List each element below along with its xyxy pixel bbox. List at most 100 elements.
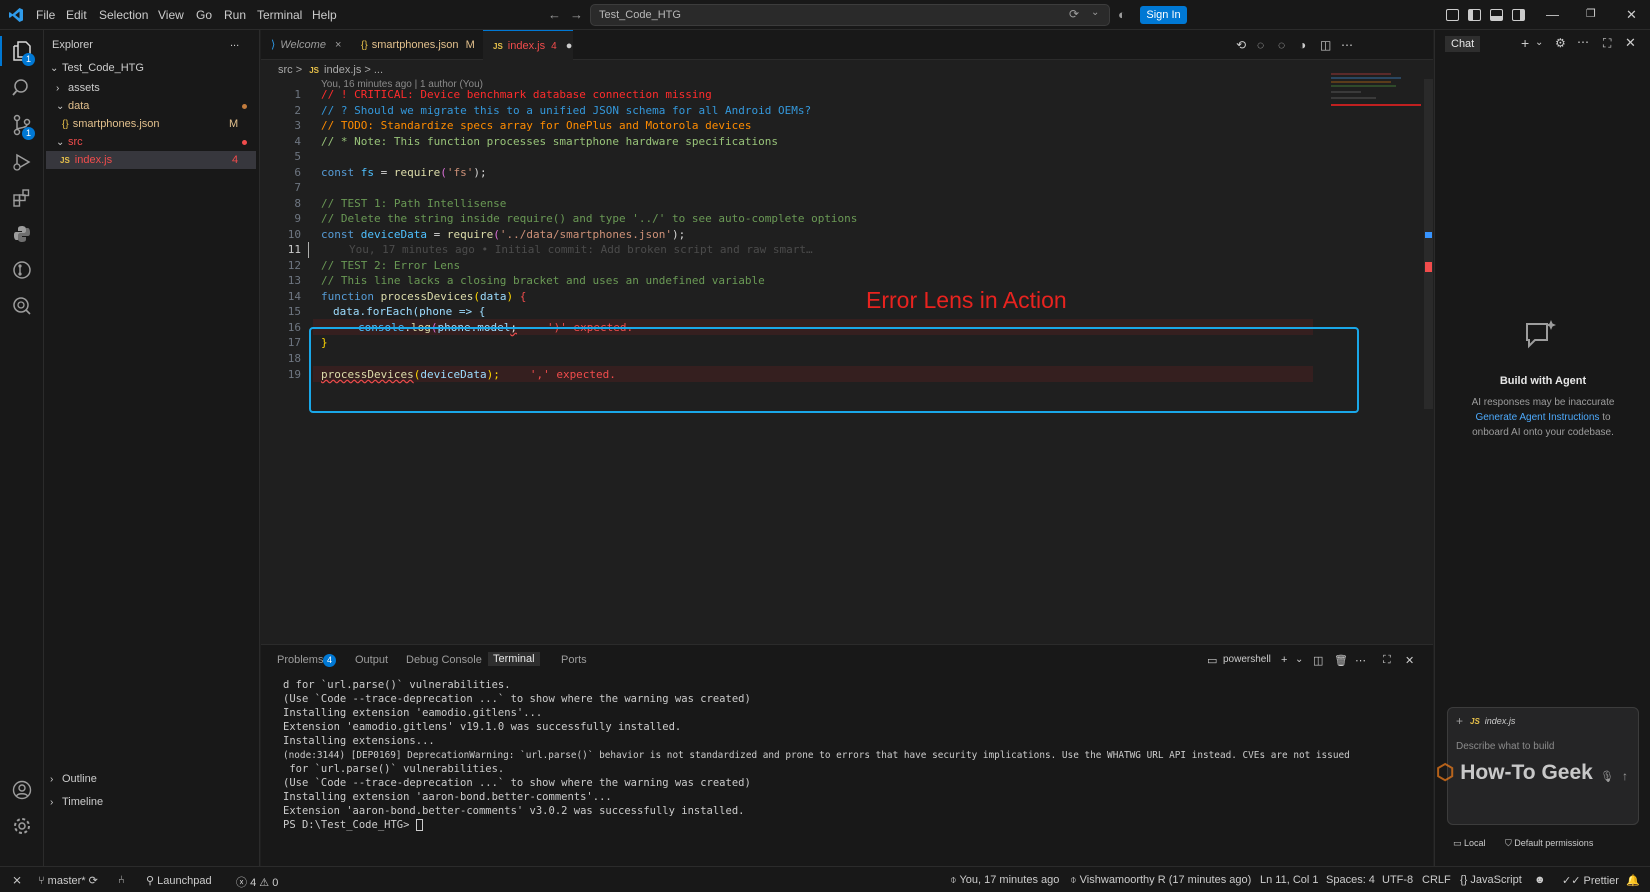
menu-go[interactable]: Go xyxy=(196,8,212,22)
close-window-icon[interactable]: ✕ xyxy=(1626,7,1637,23)
copilot-status-icon[interactable]: ☻ xyxy=(1534,874,1546,886)
minimize-icon[interactable]: — xyxy=(1546,7,1559,22)
unsaved-dot-icon[interactable]: ● xyxy=(566,40,573,52)
sign-in-button[interactable]: Sign In xyxy=(1140,6,1187,24)
customize-layout-icon[interactable] xyxy=(1446,9,1459,21)
more-actions-icon[interactable]: ⋯ xyxy=(1577,35,1589,49)
extensions-icon[interactable] xyxy=(10,188,34,212)
gitlens-graph-icon[interactable]: ⑃ xyxy=(118,874,125,886)
close-tab-icon[interactable]: × xyxy=(335,39,341,51)
folder-assets[interactable]: › assets xyxy=(56,79,100,97)
cursor-position[interactable]: Ln 11, Col 1 xyxy=(1260,874,1319,886)
context-chip[interactable]: JS index.js xyxy=(1470,716,1515,726)
tab-welcome[interactable]: ⟩ Welcome × xyxy=(261,30,351,60)
toggle-panel-icon[interactable] xyxy=(1490,9,1503,21)
accounts-globe-icon[interactable]: ◐ xyxy=(1118,7,1126,22)
agent-instructions-link[interactable]: Generate Agent Instructions xyxy=(1475,412,1599,423)
copilot-icon[interactable]: ⟳ xyxy=(1069,7,1079,21)
problems-status[interactable]: ⓧ 4 ⚠ 0 xyxy=(236,874,278,890)
split-terminal-icon[interactable]: ◫ xyxy=(1313,654,1323,667)
menu-selection[interactable]: Selection xyxy=(99,8,148,22)
panel-tab-terminal[interactable]: Terminal xyxy=(488,652,540,666)
add-context-icon[interactable]: + xyxy=(1456,714,1463,728)
prettier-status[interactable]: ✓✓ Prettier xyxy=(1562,874,1619,887)
panel-tab-output[interactable]: Output xyxy=(355,654,388,666)
tab-index-js[interactable]: JS index.js 4 ● xyxy=(483,30,573,60)
local-option[interactable]: ▭ Local xyxy=(1453,838,1486,849)
breadcrumb-tail[interactable]: > ... xyxy=(364,64,383,76)
minimap[interactable] xyxy=(1326,71,1421,111)
folder-root[interactable]: ⌄ Test_Code_HTG xyxy=(50,59,144,77)
menu-edit[interactable]: Edit xyxy=(66,8,87,22)
send-icon[interactable]: ↑ xyxy=(1622,769,1628,783)
tab-smartphones-json[interactable]: {} smartphones.json M xyxy=(351,30,481,60)
menu-file[interactable]: File xyxy=(36,8,55,22)
chevron-down-icon[interactable]: ⌄ xyxy=(1295,654,1303,665)
previous-change-icon[interactable]: ◌ xyxy=(1257,38,1264,52)
blame-status[interactable]: ⌽ You, 17 minutes ago xyxy=(950,874,1059,887)
chat-input-placeholder[interactable]: Describe what to build xyxy=(1456,741,1554,752)
file-smartphones-json[interactable]: {} smartphones.json xyxy=(62,115,160,133)
gitlens-icon[interactable] xyxy=(10,260,34,284)
terminal-prompt[interactable]: PS D:\Test_Code_HTG> xyxy=(283,818,423,833)
maximize-icon[interactable]: ⛶ xyxy=(1603,36,1611,51)
settings-gear-icon[interactable] xyxy=(10,816,34,840)
terminal-output[interactable]: d for `url.parse()` vulnerabilities. (Us… xyxy=(261,675,1433,865)
notifications-bell-icon[interactable]: 🔔 xyxy=(1626,874,1640,887)
toggle-secondary-sidebar-icon[interactable] xyxy=(1512,9,1525,21)
chat-settings-icon[interactable]: ⚙ xyxy=(1555,36,1566,50)
remote-explorer-icon[interactable] xyxy=(10,296,34,320)
chevron-down-icon[interactable]: ⌄ xyxy=(1091,7,1099,18)
forward-arrow-icon[interactable]: → xyxy=(570,7,583,22)
panel-tab-debug-console[interactable]: Debug Console xyxy=(406,654,482,666)
editor-scrollbar[interactable] xyxy=(1424,79,1433,409)
new-chat-icon[interactable]: + xyxy=(1521,35,1529,51)
gitlens-inspect-icon[interactable]: ◑ xyxy=(1299,38,1306,52)
menu-help[interactable]: Help xyxy=(312,8,337,22)
branch-status[interactable]: ⑂ master* ⟳ xyxy=(38,874,98,887)
folder-data[interactable]: ⌄ data xyxy=(56,97,89,115)
author-status[interactable]: ⌽ Vishwamoorthy R (17 minutes ago) xyxy=(1070,874,1251,887)
panel-tab-problems[interactable]: Problems xyxy=(277,654,323,666)
trash-icon[interactable]: 🗑 xyxy=(1334,654,1348,667)
search-icon[interactable] xyxy=(10,78,34,102)
chevron-down-icon[interactable]: ⌄ xyxy=(1535,37,1543,48)
microphone-icon[interactable]: 🎙 xyxy=(1600,770,1614,783)
restore-icon[interactable]: ❐ xyxy=(1586,7,1596,20)
remote-icon[interactable]: ⨯ xyxy=(12,873,22,887)
outline-section[interactable]: › Outline xyxy=(50,770,97,788)
panel-tab-ports[interactable]: Ports xyxy=(561,654,587,666)
code-editor[interactable]: You, 16 minutes ago | 1 author (You) 1 2… xyxy=(261,73,1433,644)
language-status[interactable]: {} JavaScript xyxy=(1460,874,1522,886)
explorer-more-button[interactable]: ... xyxy=(230,34,239,52)
file-index-js[interactable]: JS index.js 4 xyxy=(46,151,256,169)
toggle-sidebar-icon[interactable] xyxy=(1468,9,1481,21)
new-terminal-icon[interactable]: + xyxy=(1281,654,1287,666)
account-icon[interactable] xyxy=(10,780,34,804)
timeline-section[interactable]: › Timeline xyxy=(50,793,103,811)
indentation-status[interactable]: Spaces: 4 xyxy=(1326,874,1375,886)
split-editor-icon[interactable]: ◫ xyxy=(1320,38,1331,52)
eol-status[interactable]: CRLF xyxy=(1422,874,1451,886)
chat-title[interactable]: Chat xyxy=(1445,36,1481,52)
menu-view[interactable]: View xyxy=(158,8,184,22)
next-change-icon[interactable]: ◌ xyxy=(1278,38,1285,52)
maximize-panel-icon[interactable]: ⛶ xyxy=(1383,654,1391,667)
encoding-status[interactable]: UTF-8 xyxy=(1382,874,1413,886)
permissions-option[interactable]: ⛉ Default permissions xyxy=(1505,838,1593,849)
menu-terminal[interactable]: Terminal xyxy=(257,8,302,22)
launchpad-status[interactable]: ⚲ Launchpad xyxy=(146,874,212,887)
close-panel-icon[interactable]: ✕ xyxy=(1625,35,1636,51)
close-panel-icon[interactable]: ✕ xyxy=(1405,654,1414,667)
chat-input-box[interactable]: + JS index.js Describe what to build ⬡ Ho… xyxy=(1436,707,1639,825)
folder-src[interactable]: ⌄ src xyxy=(56,133,83,151)
breadcrumb-folder[interactable]: src xyxy=(278,64,293,76)
back-arrow-icon[interactable]: ← xyxy=(548,7,561,22)
python-icon[interactable] xyxy=(10,224,34,248)
command-center-search[interactable]: Test_Code_HTG xyxy=(590,4,1110,26)
more-actions-icon[interactable]: ⋯ xyxy=(1341,38,1353,52)
terminal-shell-name[interactable]: powershell xyxy=(1223,654,1271,665)
menu-run[interactable]: Run xyxy=(224,8,246,22)
breadcrumb-file[interactable]: index.js xyxy=(324,64,361,76)
more-actions-icon[interactable]: ⋯ xyxy=(1355,654,1366,667)
